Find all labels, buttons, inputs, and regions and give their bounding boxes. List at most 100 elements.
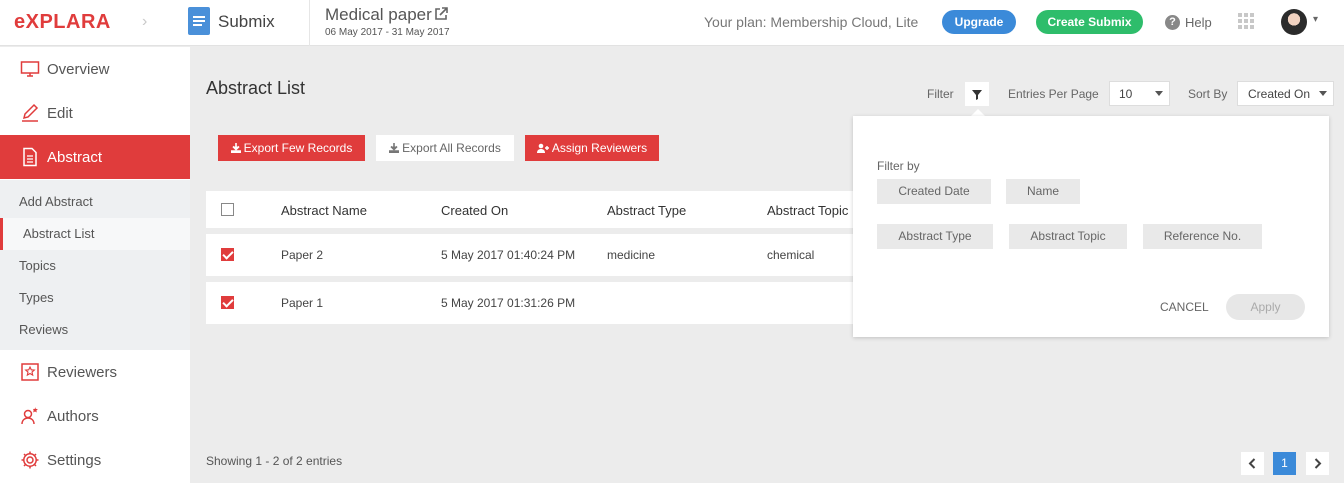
sidebar-item-reviewers[interactable]: Reviewers: [0, 350, 190, 394]
entries-value: 10: [1119, 87, 1133, 101]
export-few-records-button[interactable]: Export Few Records: [218, 135, 365, 161]
subnav-abstract-list[interactable]: Abstract List: [0, 218, 190, 250]
gear-icon: [21, 451, 39, 469]
download-icon: [389, 143, 400, 153]
caret-down-icon: [1155, 91, 1163, 96]
select-all-checkbox[interactable]: [221, 203, 234, 216]
sidebar-item-abstract[interactable]: Abstract: [0, 135, 190, 179]
subnav-topics[interactable]: Topics: [0, 250, 190, 282]
sidebar-item-authors[interactable]: Authors: [0, 394, 190, 438]
sort-value: Created On: [1248, 87, 1311, 101]
filter-icon: [972, 90, 982, 100]
pagination-summary: Showing 1 - 2 of 2 entries: [206, 454, 343, 468]
monitor-icon: [20, 61, 40, 77]
sidebar-item-label: Settings: [47, 452, 102, 469]
explara-logo[interactable]: eXPLARA: [14, 11, 111, 34]
download-icon: [230, 143, 241, 153]
reviewer-icon: [21, 363, 39, 381]
row-checkbox[interactable]: [221, 296, 234, 309]
column-header[interactable]: Abstract Topic: [767, 203, 848, 218]
page-number-button[interactable]: 1: [1273, 452, 1296, 475]
abstract-name[interactable]: Paper 1: [281, 296, 323, 310]
subnav-label: Topics: [19, 258, 56, 273]
help-icon[interactable]: ?: [1165, 15, 1180, 30]
event-title[interactable]: Medical paper: [325, 5, 432, 25]
popover-arrow: [971, 109, 985, 116]
button-label: Export Few Records: [243, 141, 353, 155]
created-on: 5 May 2017 01:31:26 PM: [441, 296, 576, 310]
subnav-label: Abstract List: [23, 226, 95, 241]
export-all-records-button[interactable]: Export All Records: [376, 135, 514, 161]
sidebar-item-label: Overview: [47, 61, 110, 78]
table-header-row: Abstract Name Created On Abstract Type A…: [206, 191, 853, 228]
sidebar-item-label: Authors: [47, 408, 99, 425]
avatar[interactable]: [1281, 9, 1307, 35]
caret-down-icon: [1319, 91, 1327, 96]
prev-page-button[interactable]: [1241, 452, 1264, 475]
column-header[interactable]: Created On: [441, 203, 508, 218]
top-bar: eXPLARA › Submix Medical paper 06 May 20…: [0, 0, 1344, 46]
document-icon: [23, 147, 37, 167]
chevron-left-icon: [1248, 458, 1256, 469]
subnav-label: Add Abstract: [19, 194, 93, 209]
abstract-subnav: Add Abstract Abstract List Topics Types …: [0, 180, 190, 350]
filter-chip-abstract-type[interactable]: Abstract Type: [877, 224, 993, 249]
create-submix-button[interactable]: Create Submix: [1036, 10, 1143, 34]
row-checkbox[interactable]: [221, 248, 234, 261]
filter-chip-reference-no[interactable]: Reference No.: [1143, 224, 1262, 249]
entries-per-page-label: Entries Per Page: [1008, 87, 1099, 101]
sidebar-item-label: Reviewers: [47, 364, 118, 381]
sidebar-item-edit[interactable]: Edit: [0, 91, 190, 135]
sidebar: Overview Edit Abstract Add Abstract Abst…: [0, 47, 190, 483]
subnav-types[interactable]: Types: [0, 282, 190, 314]
subnav-add-abstract[interactable]: Add Abstract: [0, 186, 190, 218]
sort-by-label: Sort By: [1188, 87, 1228, 101]
upgrade-button[interactable]: Upgrade: [942, 10, 1016, 34]
button-label: Export All Records: [402, 141, 501, 155]
sidebar-item-overview[interactable]: Overview: [0, 47, 190, 91]
filter-popover: Filter by Created Date Name Abstract Typ…: [853, 116, 1329, 337]
abstract-type: medicine: [607, 248, 656, 262]
plan-text: Your plan: Membership Cloud, Lite: [704, 14, 919, 30]
help-link[interactable]: Help: [1185, 15, 1212, 30]
subnav-label: Types: [19, 290, 54, 305]
column-header[interactable]: Abstract Name: [281, 203, 367, 218]
sidebar-item-label: Abstract: [47, 149, 103, 166]
table-row[interactable]: Paper 1 5 May 2017 01:31:26 PM: [206, 282, 853, 324]
assign-reviewers-button[interactable]: Assign Reviewers: [525, 135, 659, 161]
page-title: Abstract List: [206, 78, 306, 98]
submix-doc-icon: [188, 7, 210, 35]
event-dates: 06 May 2017 - 31 May 2017: [325, 27, 450, 38]
sidebar-item-label: Edit: [47, 105, 73, 122]
app-name[interactable]: Submix: [218, 12, 275, 32]
column-header[interactable]: Abstract Type: [607, 203, 686, 218]
filter-by-label: Filter by: [877, 159, 920, 173]
abstract-topic: chemical: [767, 248, 815, 262]
created-on: 5 May 2017 01:40:24 PM: [441, 248, 576, 262]
entries-per-page-select[interactable]: 10: [1109, 81, 1170, 106]
subnav-reviews[interactable]: Reviews: [0, 314, 190, 346]
abstract-name[interactable]: Paper 2: [281, 248, 323, 262]
chevron-right-icon: ›: [142, 13, 148, 30]
filter-chip-created-date[interactable]: Created Date: [877, 179, 991, 204]
filter-chip-name[interactable]: Name: [1006, 179, 1080, 204]
filter-label: Filter: [927, 87, 954, 101]
sidebar-item-settings[interactable]: Settings: [0, 438, 190, 482]
apps-grid-icon[interactable]: [1238, 13, 1254, 29]
chevron-down-icon[interactable]: ▾: [1313, 14, 1318, 25]
pencil-icon: [22, 103, 39, 122]
authors-icon: [21, 407, 38, 425]
chevron-right-icon: [1314, 458, 1322, 469]
button-label: Assign Reviewers: [551, 141, 648, 155]
filter-chip-abstract-topic[interactable]: Abstract Topic: [1009, 224, 1127, 249]
divider: [309, 0, 310, 46]
apply-button[interactable]: Apply: [1226, 294, 1305, 320]
table-row[interactable]: Paper 2 5 May 2017 01:40:24 PM medicine …: [206, 234, 853, 276]
add-user-icon: [536, 143, 549, 153]
external-link-icon[interactable]: [434, 7, 448, 21]
filter-button[interactable]: [965, 82, 989, 106]
subnav-label: Reviews: [19, 322, 69, 337]
next-page-button[interactable]: [1306, 452, 1329, 475]
cancel-button[interactable]: CANCEL: [1160, 300, 1209, 314]
sort-by-select[interactable]: Created On: [1237, 81, 1334, 106]
